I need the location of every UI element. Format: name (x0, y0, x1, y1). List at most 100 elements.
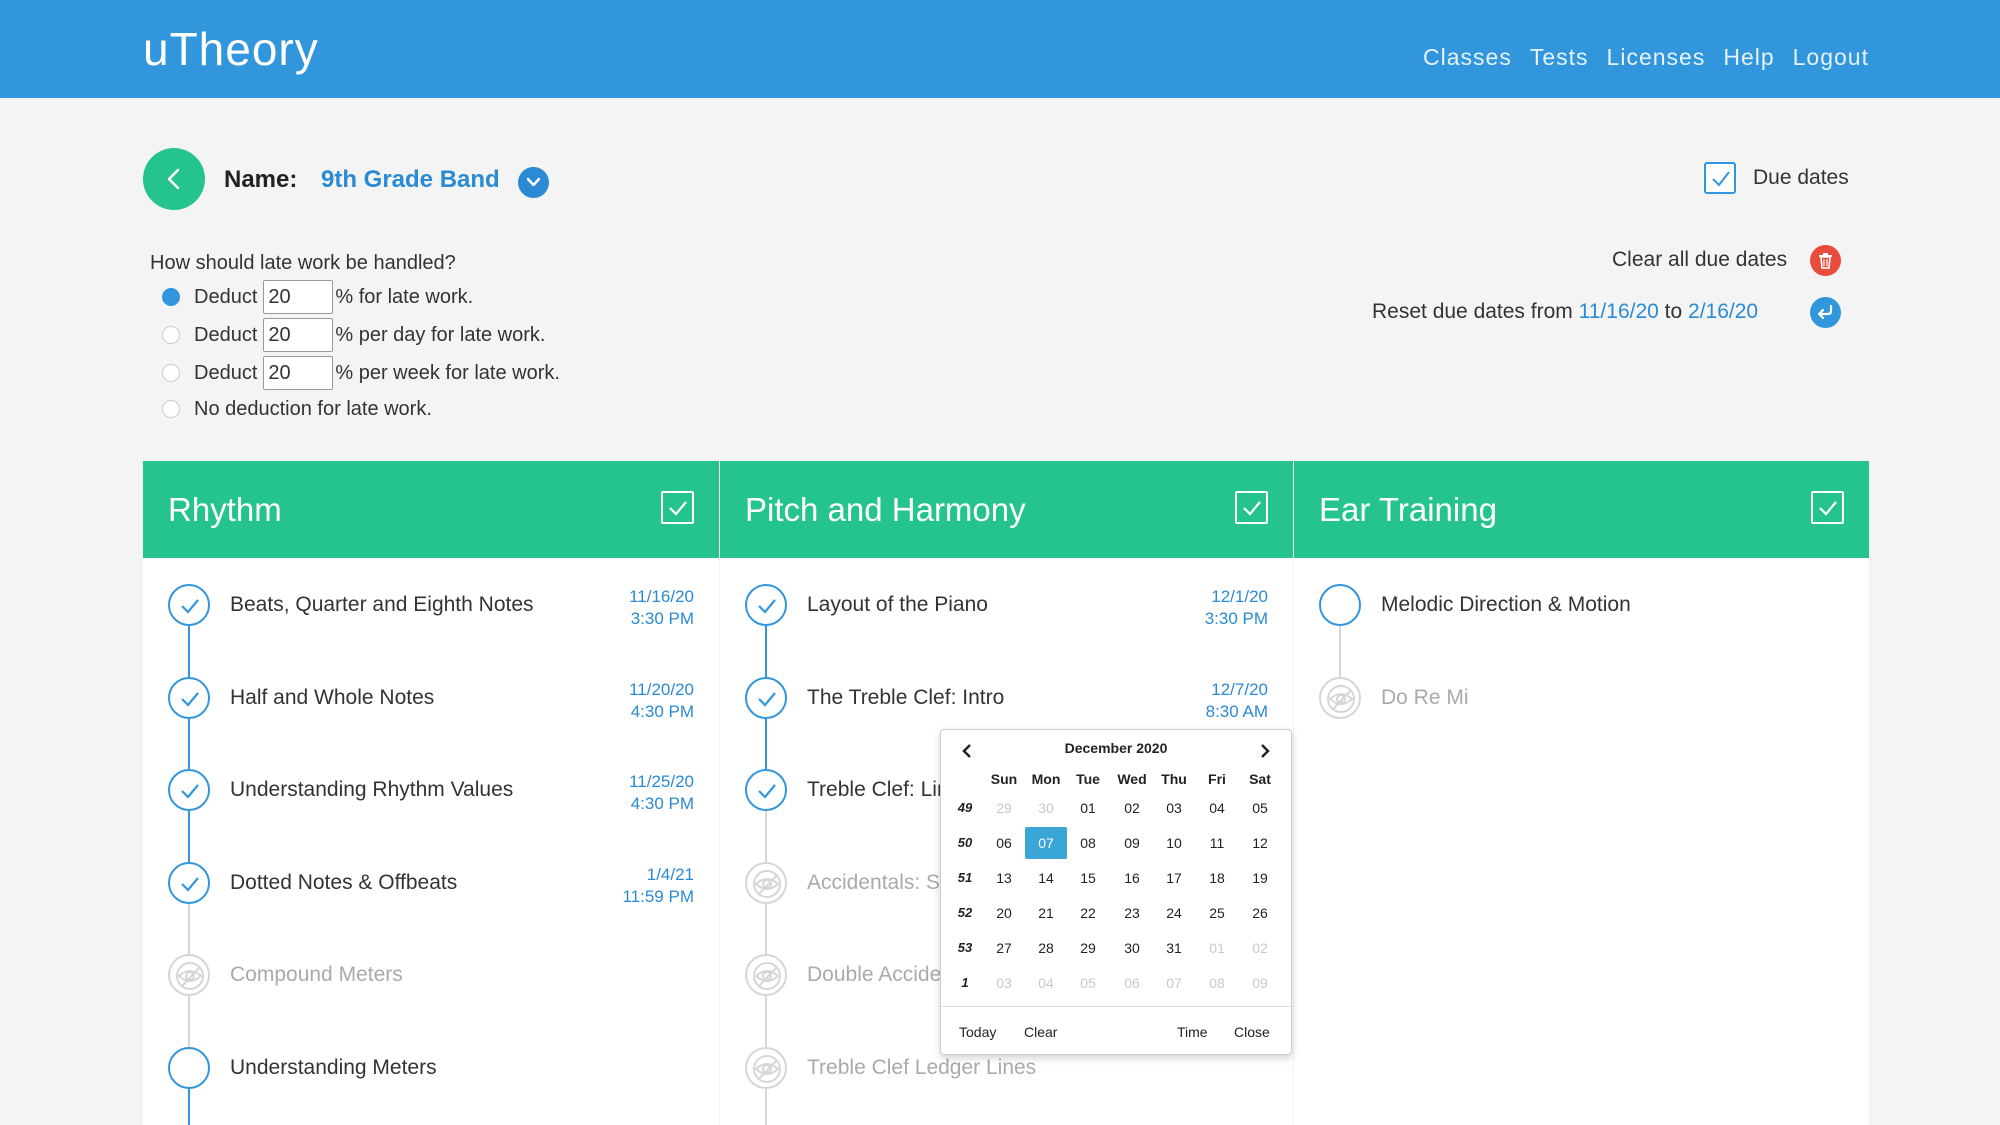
calendar-day[interactable]: 02 (1111, 792, 1153, 824)
calendar-day[interactable]: 08 (1067, 827, 1109, 859)
lesson-item[interactable]: Understanding Meters (143, 1046, 719, 1125)
calendar-day[interactable]: 09 (1111, 827, 1153, 859)
nav-licenses[interactable]: Licenses (1607, 44, 1706, 71)
calendar-day[interactable]: 13 (983, 862, 1025, 894)
column-select-all-checkbox[interactable] (1235, 491, 1268, 524)
lesson-due-date[interactable]: 11/16/20 3:30 PM (629, 586, 694, 630)
nav-classes[interactable]: Classes (1423, 44, 1512, 71)
class-name[interactable]: 9th Grade Band (321, 166, 500, 194)
calendar-day[interactable]: 29 (983, 792, 1025, 824)
calendar-day[interactable]: 07 (1025, 827, 1067, 859)
completed-check-icon[interactable] (168, 584, 210, 626)
calendar-day[interactable]: 30 (1025, 792, 1067, 824)
hidden-eye-icon[interactable] (1319, 676, 1361, 719)
calendar-clear-button[interactable]: Clear (1024, 1024, 1057, 1040)
calendar-close-button[interactable]: Close (1234, 1024, 1270, 1040)
reset-to-date[interactable]: 2/16/20 (1688, 300, 1758, 323)
lesson-due-date[interactable]: 11/20/20 4:30 PM (629, 679, 694, 723)
lesson-item[interactable]: Treble Clef Ledger Lines (720, 1046, 1293, 1125)
clear-due-dates-button[interactable] (1810, 245, 1841, 276)
calendar-day[interactable]: 07 (1153, 967, 1195, 999)
nav-help[interactable]: Help (1723, 44, 1774, 71)
calendar-day[interactable]: 08 (1196, 967, 1238, 999)
calendar-day[interactable]: 06 (983, 827, 1025, 859)
calendar-day[interactable]: 26 (1239, 897, 1281, 929)
lesson-item[interactable]: Beats, Quarter and Eighth Notes 11/16/20 3… (143, 584, 719, 676)
calendar-month-label[interactable]: December 2020 (941, 740, 1291, 756)
calendar-day[interactable]: 05 (1239, 792, 1281, 824)
radio-flat[interactable] (162, 288, 180, 306)
column-select-all-checkbox[interactable] (661, 491, 694, 524)
lesson-item[interactable]: Melodic Direction & Motion (1294, 584, 1869, 676)
due-dates-checkbox[interactable] (1704, 162, 1736, 194)
calendar-day[interactable]: 05 (1067, 967, 1109, 999)
calendar-day[interactable]: 18 (1196, 862, 1238, 894)
calendar-day[interactable]: 09 (1239, 967, 1281, 999)
lesson-node-icon[interactable] (1319, 584, 1361, 626)
calendar-day[interactable]: 27 (983, 932, 1025, 964)
lesson-due-date[interactable]: 12/1/20 3:30 PM (1205, 586, 1268, 630)
radio-no-deduction[interactable] (162, 400, 180, 418)
completed-check-icon[interactable] (745, 676, 787, 719)
completed-check-icon[interactable] (168, 676, 210, 719)
lesson-item[interactable]: Half and Whole Notes 11/20/20 4:30 PM (143, 676, 719, 769)
reset-from-date[interactable]: 11/16/20 (1579, 300, 1659, 323)
calendar-day[interactable]: 21 (1025, 897, 1067, 929)
calendar-day[interactable]: 15 (1067, 862, 1109, 894)
calendar-day[interactable]: 01 (1196, 932, 1238, 964)
deduct-per-day-input[interactable] (263, 318, 334, 352)
calendar-day[interactable]: 23 (1111, 897, 1153, 929)
completed-check-icon[interactable] (745, 769, 787, 811)
hidden-eye-icon[interactable] (745, 861, 787, 904)
calendar-day[interactable]: 04 (1025, 967, 1067, 999)
radio-per-day[interactable] (162, 326, 180, 344)
calendar-day[interactable]: 02 (1239, 932, 1281, 964)
calendar-day[interactable]: 30 (1111, 932, 1153, 964)
calendar-day[interactable]: 01 (1067, 792, 1109, 824)
calendar-day[interactable]: 29 (1067, 932, 1109, 964)
calendar-day[interactable]: 28 (1025, 932, 1067, 964)
lesson-item[interactable]: Do Re Mi (1294, 676, 1869, 769)
calendar-day[interactable]: 31 (1153, 932, 1195, 964)
calendar-day[interactable]: 11 (1196, 827, 1238, 859)
radio-per-week[interactable] (162, 364, 180, 382)
calendar-day[interactable]: 16 (1111, 862, 1153, 894)
app-logo[interactable]: uTheory (143, 22, 319, 76)
calendar-today-button[interactable]: Today (959, 1024, 996, 1040)
calendar-day[interactable]: 22 (1067, 897, 1109, 929)
calendar-day[interactable]: 19 (1239, 862, 1281, 894)
back-button[interactable] (143, 148, 205, 210)
chevron-right-icon[interactable] (1255, 741, 1275, 761)
calendar-day[interactable]: 20 (983, 897, 1025, 929)
hidden-eye-icon[interactable] (745, 954, 787, 996)
column-select-all-checkbox[interactable] (1811, 491, 1844, 524)
reset-due-dates-button[interactable] (1810, 297, 1841, 328)
class-dropdown-button[interactable] (518, 167, 549, 198)
deduct-per-week-input[interactable] (263, 356, 334, 390)
lesson-item[interactable]: Understanding Rhythm Values 11/25/20 4:30 … (143, 769, 719, 861)
lesson-due-date[interactable]: 11/25/20 4:30 PM (629, 771, 694, 815)
lesson-item[interactable]: Dotted Notes & Offbeats 1/4/21 11:59 PM (143, 861, 719, 954)
nav-logout[interactable]: Logout (1793, 44, 1869, 71)
calendar-day[interactable]: 06 (1111, 967, 1153, 999)
calendar-day[interactable]: 03 (983, 967, 1025, 999)
calendar-day[interactable]: 25 (1196, 897, 1238, 929)
calendar-day[interactable]: 04 (1196, 792, 1238, 824)
calendar-day[interactable]: 14 (1025, 862, 1067, 894)
completed-check-icon[interactable] (745, 584, 787, 626)
deduct-flat-input[interactable] (263, 280, 334, 314)
lesson-due-date[interactable]: 1/4/21 11:59 PM (622, 864, 694, 908)
calendar-day[interactable]: 03 (1153, 792, 1195, 824)
calendar-day[interactable]: 10 (1153, 827, 1195, 859)
calendar-time-button[interactable]: Time (1177, 1024, 1208, 1040)
nav-tests[interactable]: Tests (1530, 44, 1589, 71)
completed-check-icon[interactable] (168, 861, 210, 904)
completed-check-icon[interactable] (168, 769, 210, 811)
lesson-item[interactable]: Compound Meters (143, 954, 719, 1046)
hidden-eye-icon[interactable] (168, 954, 210, 996)
calendar-day[interactable]: 17 (1153, 862, 1195, 894)
lesson-due-date[interactable]: 12/7/20 8:30 AM (1206, 679, 1268, 723)
lesson-node-icon[interactable] (168, 1046, 210, 1089)
calendar-day[interactable]: 24 (1153, 897, 1195, 929)
hidden-eye-icon[interactable] (745, 1046, 787, 1089)
